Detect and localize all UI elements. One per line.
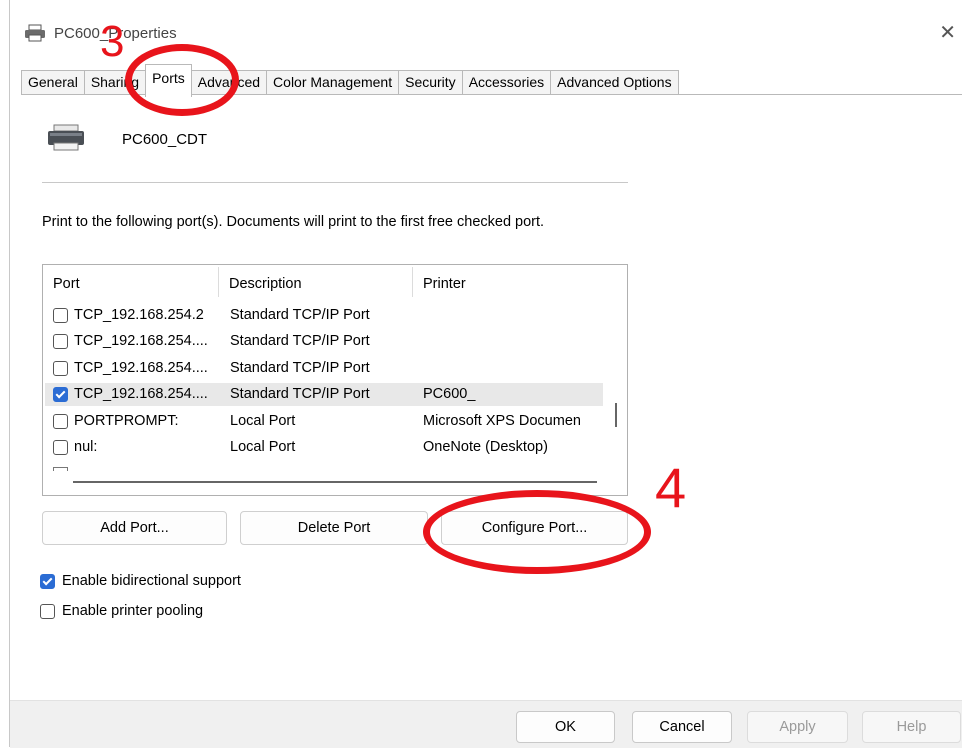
port-row[interactable]: TCP_192.168.254.... Standard TCP/IP Port	[45, 330, 603, 353]
port-name: TCP_192.168.254....	[74, 386, 208, 402]
column-divider[interactable]	[218, 267, 219, 297]
port-row[interactable]: PORTPROMPT: Local Port Microsoft XPS Doc…	[45, 410, 603, 433]
column-divider[interactable]	[412, 267, 413, 297]
port-row-selected[interactable]: TCP_192.168.254.... Standard TCP/IP Port…	[45, 383, 603, 406]
column-header-description[interactable]: Description	[229, 265, 302, 301]
horizontal-scrollbar-thumb[interactable]	[73, 481, 597, 483]
annotation-step-3: 3	[100, 17, 125, 66]
ok-button[interactable]: OK	[516, 711, 615, 743]
annotation-circle-configure-port	[423, 490, 651, 574]
port-description: Standard TCP/IP Port	[230, 360, 370, 376]
port-checkbox-checked[interactable]	[53, 387, 68, 402]
tab-advanced-options[interactable]: Advanced Options	[550, 70, 679, 95]
port-printer: PC600_	[423, 386, 476, 402]
printer-name: PC600_CDT	[122, 131, 208, 148]
port-description: Standard TCP/IP Port	[230, 386, 370, 402]
add-port-button[interactable]: Add Port...	[42, 511, 227, 545]
port-checkbox[interactable]	[53, 308, 68, 323]
port-name: TCP_192.168.254....	[74, 360, 208, 376]
port-name: PORTPROMPT:	[74, 413, 179, 429]
vertical-scrollbar-thumb[interactable]	[615, 403, 617, 427]
port-list[interactable]: Port Description Printer TCP_192.168.254…	[42, 264, 628, 496]
tab-strip: General Sharing Ports Advanced Color Man…	[21, 64, 679, 97]
close-icon[interactable]: ✕	[939, 20, 956, 45]
port-row[interactable]: TCP_192.168.254.... Standard TCP/IP Port	[45, 357, 603, 380]
delete-port-button[interactable]: Delete Port	[240, 511, 428, 545]
port-name: TCP_192.168.254....	[74, 333, 208, 349]
tab-security[interactable]: Security	[398, 70, 463, 95]
port-row[interactable]: TCP_192.168.254.2 Standard TCP/IP Port	[45, 304, 603, 327]
printer-large-icon	[46, 124, 86, 152]
port-printer: Microsoft XPS Documen	[423, 413, 581, 429]
port-description: Local Port	[230, 439, 296, 455]
port-checkbox[interactable]	[53, 414, 68, 429]
tab-general[interactable]: General	[21, 70, 85, 95]
port-row[interactable]: nul: Local Port OneNote (Desktop)	[45, 436, 603, 459]
port-checkbox[interactable]	[53, 440, 68, 455]
port-instruction: Print to the following port(s). Document…	[42, 214, 545, 230]
bidirectional-label[interactable]: Enable bidirectional support	[62, 571, 241, 591]
port-name: TCP_192.168.254.2	[74, 307, 204, 323]
cancel-button[interactable]: Cancel	[632, 711, 732, 743]
printer-icon	[24, 24, 46, 42]
bidirectional-checkbox[interactable]	[40, 574, 55, 589]
partial-row-checkbox	[53, 467, 68, 471]
annotation-step-4: 4	[655, 456, 687, 519]
window-edge	[0, 0, 10, 747]
column-header-port[interactable]: Port	[53, 265, 80, 301]
apply-button[interactable]: Apply	[747, 711, 848, 743]
tab-accessories[interactable]: Accessories	[461, 70, 552, 95]
pooling-checkbox[interactable]	[40, 604, 55, 619]
pooling-label[interactable]: Enable printer pooling	[62, 601, 203, 621]
column-header-printer[interactable]: Printer	[423, 265, 466, 301]
port-description: Standard TCP/IP Port	[230, 333, 370, 349]
title-bar: PC600_Properties ✕	[10, 18, 962, 52]
help-button[interactable]: Help	[862, 711, 961, 743]
tab-ports[interactable]: Ports	[145, 64, 192, 97]
separator	[42, 182, 628, 183]
port-description: Standard TCP/IP Port	[230, 307, 370, 323]
port-description: Local Port	[230, 413, 296, 429]
port-checkbox[interactable]	[53, 334, 68, 349]
port-name: nul:	[74, 439, 98, 455]
tab-color-management[interactable]: Color Management	[266, 70, 400, 95]
port-checkbox[interactable]	[53, 361, 68, 376]
port-printer: OneNote (Desktop)	[423, 439, 548, 455]
